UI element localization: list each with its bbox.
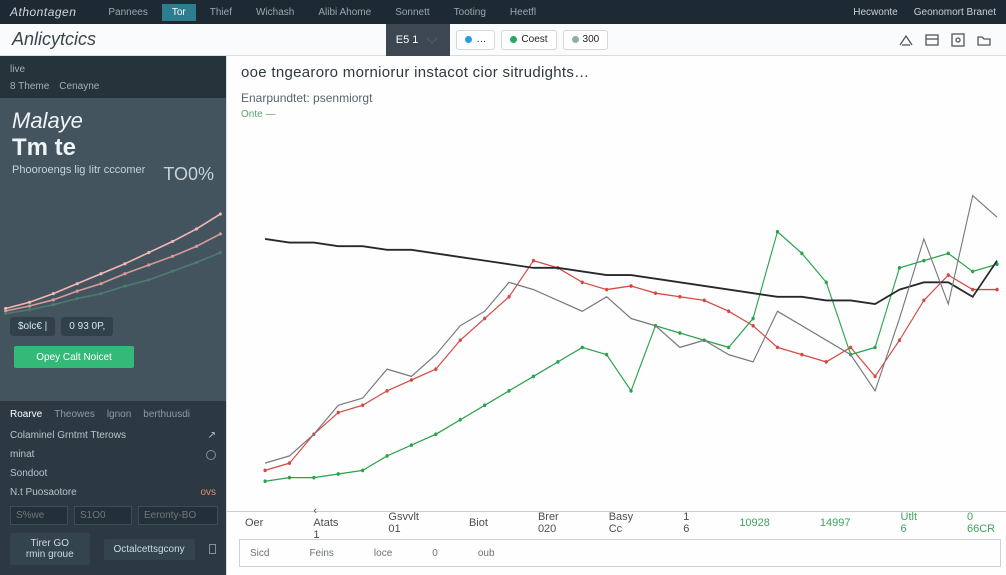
sidebar: live 8 Theme Cenayne Malaye Tm te Phooro…	[0, 56, 226, 575]
nav-tab-0[interactable]: Pannees	[98, 4, 157, 21]
nav-tab-1[interactable]: Tor	[162, 4, 196, 21]
field-3[interactable]	[138, 506, 218, 525]
xaxis-label-6: 1 6	[683, 511, 689, 535]
xaxis-label-3: Biot	[469, 517, 488, 529]
trade-row-a-0[interactable]: Colaminel Grntmt Tterows↗	[10, 426, 216, 445]
nav-tab-3[interactable]: Wichash	[246, 4, 304, 21]
sub-navbar: Anlicytcics E5 1 … Coest 300	[0, 24, 1006, 56]
xaxis-label-7: 10928	[739, 517, 770, 529]
legend-item-3[interactable]: 0	[432, 548, 438, 559]
sidebar-tab-2[interactable]: Cenayne	[59, 81, 99, 92]
export-icon[interactable]	[898, 32, 914, 48]
nav-tab-2[interactable]: Thief	[200, 4, 242, 21]
sidebar-tab-1[interactable]: 8 Theme	[10, 81, 49, 92]
field-2[interactable]	[74, 506, 132, 525]
xaxis-label-5: Basy Cc	[609, 511, 633, 535]
open-account-button[interactable]: Opey Calt Noicet	[14, 346, 134, 368]
card-heading-2: Tm te	[0, 134, 226, 164]
trade-row-a-1[interactable]: minat	[10, 445, 216, 464]
settings-icon[interactable]	[950, 32, 966, 48]
filter-pill-2[interactable]: 300	[563, 30, 609, 50]
nav-tab-7[interactable]: Heetfl	[500, 4, 546, 21]
nav-right-link-1[interactable]: Hecwonte	[853, 7, 897, 18]
trade-tab-1[interactable]: Theowes	[54, 409, 95, 420]
chart-title: ooe tngearoro morniorur instacot cior si…	[241, 64, 999, 81]
sidebar-card: Malaye Tm te Phooroengs lig Iitr cccomer…	[0, 98, 226, 401]
nav-tabs: Pannees TorThiefWichashAlibi AhomeSonnett…	[98, 4, 546, 21]
trade-tab-0[interactable]: Roarve	[10, 409, 42, 420]
card-sub-left: Phooroengs lig Iitr cccomer	[12, 164, 145, 185]
chart-area: ooe tngearoro morniorur instacot cior si…	[226, 56, 1006, 575]
nav-tab-5[interactable]: Sonnett	[385, 4, 439, 21]
filter-pill-0[interactable]: …	[456, 30, 495, 50]
brand-logo: Athontagen	[10, 5, 76, 19]
chart-range-label: Onte —	[241, 109, 999, 120]
sidebar-status: live	[10, 64, 216, 75]
chart-legend: Sicd Feins loce 0 oub	[239, 539, 1001, 567]
sidebar-trade-panel: Roarve Theowes lgnon berthuusdi Colaminel G…	[0, 401, 226, 575]
chevron-down-icon	[424, 32, 440, 48]
legend-item-0[interactable]: Sicd	[250, 548, 269, 559]
filter-pill-1[interactable]: Coest	[501, 30, 556, 50]
layout-icon[interactable]	[924, 32, 940, 48]
xaxis-label-10: 0 66CR	[967, 511, 995, 535]
timeframe-label: E5 1	[396, 34, 419, 46]
panel-btn-2[interactable]: Octalcettsgcony	[104, 539, 195, 560]
trade-row-b-1[interactable]: N.t Puosaotoreovs	[10, 483, 216, 502]
checkbox-icon[interactable]	[209, 544, 216, 554]
nav-tab-4[interactable]: Alibi Ahome	[308, 4, 381, 21]
field-1[interactable]	[10, 506, 68, 525]
page-title: Anlicytcics	[0, 29, 108, 50]
trade-row-b-0[interactable]: Sondoot	[10, 464, 216, 483]
top-navbar: Athontagen Pannees TorThiefWichashAlibi A…	[0, 0, 1006, 24]
card-heading-1: Malaye	[0, 98, 226, 134]
card-sub-right: TO0%	[163, 164, 214, 185]
xaxis-label-4: Brer 020	[538, 511, 559, 535]
timeframe-selector[interactable]: E5 1	[386, 24, 451, 56]
xaxis-label-0: Oer	[245, 517, 263, 529]
legend-item-1[interactable]: Feins	[309, 548, 333, 559]
trade-tab-3[interactable]: berthuusdi	[143, 409, 190, 420]
trade-tab-2[interactable]: lgnon	[107, 409, 131, 420]
panel-btn-1[interactable]: Tirer GO rmin groue	[10, 533, 90, 565]
chart-xaxis: Oer‹ Atats 1Gsvvlt 01BiotBrer 020Basy Cc…	[227, 511, 1006, 533]
legend-item-4[interactable]: oub	[478, 548, 495, 559]
nav-tab-6[interactable]: Tooting	[444, 4, 496, 21]
xaxis-label-8: 14997	[820, 517, 851, 529]
folder-icon[interactable]	[976, 32, 992, 48]
xaxis-label-9: Utlt 6	[901, 511, 918, 535]
chart-subtitle: Enarpundtet: psenmiorgt	[241, 91, 999, 105]
nav-right-link-2[interactable]: Geonomort Branet	[914, 7, 996, 18]
chart-plot[interactable]	[245, 126, 1006, 511]
sidebar-sparkline	[0, 191, 226, 311]
xaxis-label-2: Gsvvlt 01	[388, 511, 419, 535]
legend-item-2[interactable]: loce	[374, 548, 392, 559]
